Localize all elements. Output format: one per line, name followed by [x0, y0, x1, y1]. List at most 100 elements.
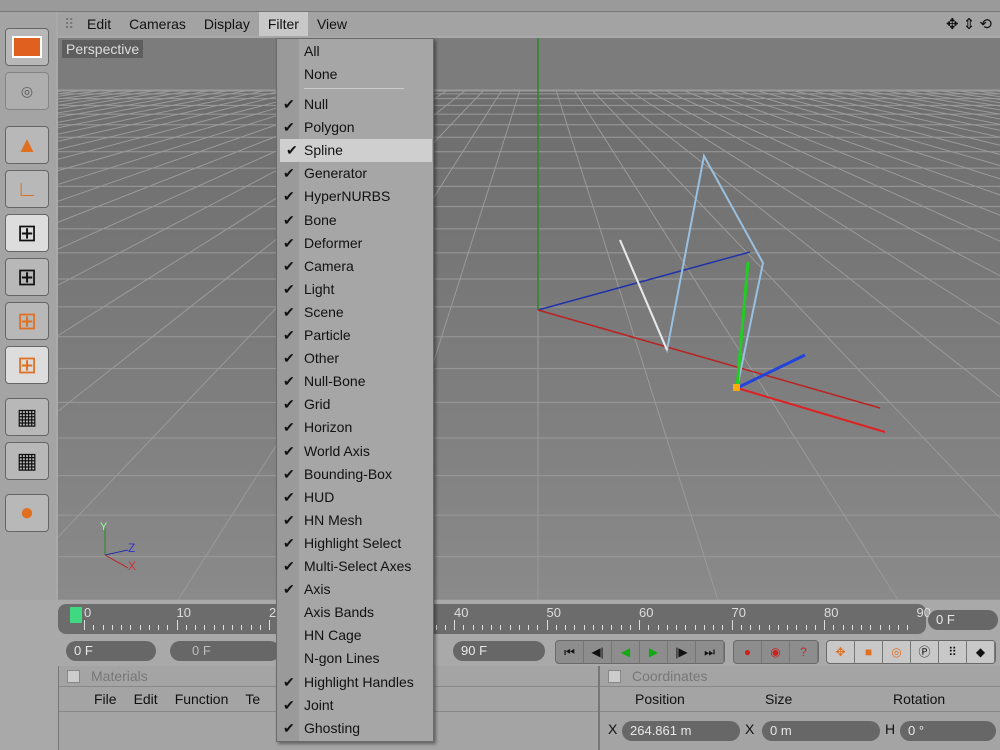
h-label: H	[885, 721, 896, 737]
filter-item-horizon[interactable]: ✔ Horizon	[277, 416, 433, 439]
filter-item-multi-select-axes[interactable]: ✔ Multi-Select Axes	[277, 555, 433, 578]
filter-item-label: Deformer	[304, 234, 363, 251]
filter-item-highlight-select[interactable]: ✔ Highlight Select	[277, 532, 433, 555]
perspective-viewport[interactable]	[58, 38, 1000, 600]
timeline-tick	[241, 625, 243, 630]
filter-item-axis[interactable]: ✔ Axis	[277, 578, 433, 601]
materials-menu-edit[interactable]: Edit	[134, 691, 158, 707]
filter-item-scene[interactable]: ✔ Scene	[277, 301, 433, 324]
polygons-mode-icon[interactable]: ⊞	[5, 302, 49, 340]
filter-item-grid[interactable]: ✔ Grid	[277, 393, 433, 416]
timeline-tick	[500, 625, 502, 630]
filter-item-light[interactable]: ✔ Light	[277, 278, 433, 301]
filter-item-all[interactable]: All	[277, 40, 433, 63]
timeline-tick	[472, 625, 474, 630]
x-position-field[interactable]: 264.861 m	[622, 721, 740, 741]
filter-item-axis-bands[interactable]: Axis Bands	[277, 601, 433, 624]
scale-key-icon[interactable]: ■	[855, 641, 883, 663]
filter-item-highlight-handles[interactable]: ✔ Highlight Handles	[277, 671, 433, 694]
timeline-tick	[731, 620, 733, 630]
materials-menu-function[interactable]: Function	[175, 691, 229, 707]
filter-item-label: Null-Bone	[304, 373, 366, 390]
undo-view-icon[interactable]: ◎	[5, 72, 49, 110]
filter-item-null-bone[interactable]: ✔ Null-Bone	[277, 370, 433, 393]
param-key-icon[interactable]: Ⓟ	[911, 641, 939, 663]
filter-item-label: Bone	[304, 211, 337, 228]
autokey-icon[interactable]: ◉	[762, 641, 790, 663]
filter-item-deformer[interactable]: ✔ Deformer	[277, 232, 433, 255]
play-forward-icon[interactable]: ▶	[640, 641, 668, 663]
filter-item-hud[interactable]: ✔ HUD	[277, 486, 433, 509]
filter-item-label: Particle	[304, 327, 351, 343]
record-icon[interactable]: ●	[734, 641, 762, 663]
object-mode-icon[interactable]: ⊞	[5, 346, 49, 384]
filter-item-camera[interactable]: ✔ Camera	[277, 255, 433, 278]
checkmark-icon: ✔	[283, 257, 295, 274]
materials-menu-file[interactable]: File	[94, 691, 117, 707]
timeline-tick	[491, 625, 492, 630]
move-key-icon[interactable]: ✥	[827, 641, 855, 663]
coordinates-panel: Coordinates Position Size Rotation X 264…	[598, 666, 1000, 750]
filter-item-label: Grid	[304, 396, 331, 413]
checkmark-icon: ✔	[283, 96, 295, 112]
end-frame-field[interactable]: 90 F	[453, 641, 545, 661]
filter-item-n-gon-lines[interactable]: N-gon Lines	[277, 647, 433, 670]
panel-toggle[interactable]	[67, 670, 80, 683]
texture-mode-icon[interactable]: ▦	[5, 398, 49, 436]
points-key-icon[interactable]: ⠿	[939, 641, 967, 663]
goto-end-icon[interactable]: ⏭	[696, 641, 724, 663]
filter-item-hypernurbs[interactable]: ✔ HyperNURBS	[277, 185, 433, 208]
play-backward-icon[interactable]: ◀	[612, 641, 640, 663]
object-axis-icon[interactable]: ▲	[5, 126, 49, 164]
points-mode-icon[interactable]: ⊞	[5, 214, 49, 252]
rotate-key-icon[interactable]: ◎	[883, 641, 911, 663]
menu-display[interactable]: Display	[195, 16, 259, 32]
filter-item-generator[interactable]: ✔ Generator	[277, 162, 433, 185]
pla-key-icon[interactable]: ◆	[967, 641, 995, 663]
goto-start-icon[interactable]: ⏮	[556, 641, 584, 663]
navigation-icons[interactable]: ✥ ⇕ ⟲	[946, 15, 1000, 33]
menu-edit[interactable]: Edit	[78, 16, 120, 32]
filter-item-bone[interactable]: ✔ Bone	[277, 209, 433, 232]
filter-item-bounding-box[interactable]: ✔ Bounding-Box	[277, 463, 433, 486]
filter-item-hn-mesh[interactable]: ✔ HN Mesh	[277, 509, 433, 532]
filter-item-particle[interactable]: ✔ Particle	[277, 324, 433, 347]
filter-item-none[interactable]: None	[277, 63, 433, 86]
materials-menu-texture[interactable]: Te	[245, 691, 260, 707]
playhead[interactable]	[70, 607, 82, 623]
filter-item-null[interactable]: ✔ Null	[277, 93, 433, 116]
header-rotation: Rotation	[893, 691, 946, 707]
drag-handle-icon[interactable]: ⠿	[58, 16, 78, 33]
filter-item-spline[interactable]: ✔ Spline	[280, 139, 432, 163]
primitives-icon[interactable]: ●	[5, 494, 49, 532]
timeline-tick	[722, 625, 724, 630]
min-frame-slider[interactable]: 0 F	[170, 641, 280, 661]
start-frame-field[interactable]: 0 F	[66, 641, 156, 661]
panel-toggle[interactable]	[608, 670, 621, 683]
menu-filter[interactable]: Filter	[258, 12, 308, 36]
filter-item-ghosting[interactable]: ✔ Ghosting	[277, 717, 433, 740]
next-key-icon[interactable]: |▶	[668, 641, 696, 663]
x-size-field[interactable]: 0 m	[762, 721, 880, 741]
filter-item-label: Highlight Select	[304, 534, 402, 551]
filter-item-label: Scene	[304, 303, 344, 320]
menu-cameras[interactable]: Cameras	[120, 16, 195, 32]
filter-item-label: Camera	[304, 257, 354, 274]
prev-key-icon[interactable]: ◀|	[584, 641, 612, 663]
timeline-ruler[interactable]: 0102030405060708090	[58, 604, 931, 634]
filter-item-world-axis[interactable]: ✔ World Axis	[277, 440, 433, 463]
filter-item-hn-cage[interactable]: HN Cage	[277, 624, 433, 647]
filter-item-polygon[interactable]: ✔ Polygon	[277, 116, 433, 139]
model-icon[interactable]: ∟	[5, 170, 49, 208]
edges-mode-icon[interactable]: ⊞	[5, 258, 49, 296]
menu-view[interactable]: View	[308, 16, 356, 32]
filter-item-label: Multi-Select Axes	[304, 558, 412, 574]
keyframe-selection-icon[interactable]: ?	[790, 641, 818, 663]
timeline-tick	[130, 625, 132, 630]
current-frame-field[interactable]: 0 F	[928, 610, 998, 630]
h-rotation-field[interactable]: 0 °	[900, 721, 996, 741]
texture-axis-icon[interactable]: ▦	[5, 442, 49, 480]
filter-item-other[interactable]: ✔ Other	[277, 347, 433, 370]
filter-item-joint[interactable]: ✔ Joint	[277, 694, 433, 717]
layout-icon[interactable]	[5, 28, 49, 66]
